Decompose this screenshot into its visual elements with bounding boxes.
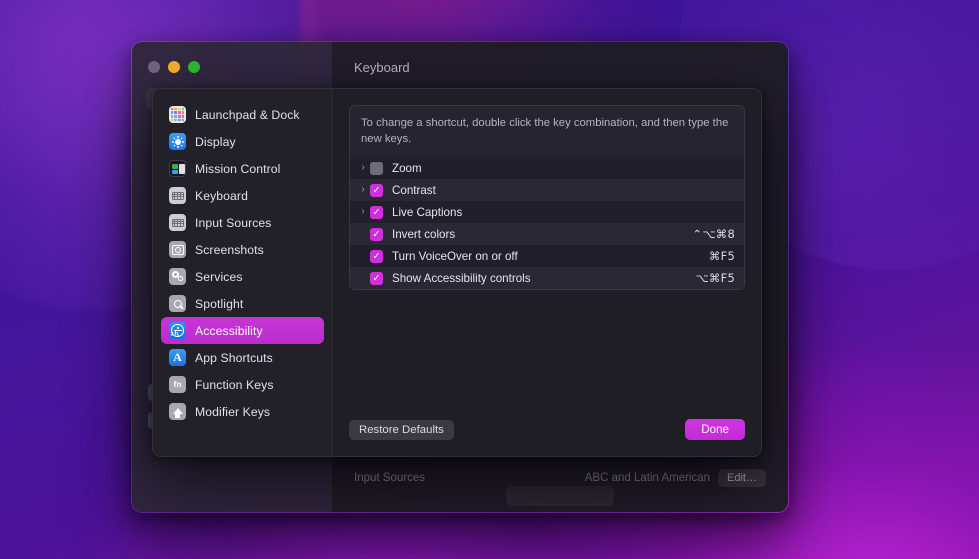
- sidebar-item-modifier-keys[interactable]: Modifier Keys: [161, 398, 324, 425]
- close-button[interactable]: [148, 61, 160, 73]
- keyboard-icon: [169, 187, 186, 204]
- page-title: Keyboard: [354, 60, 410, 75]
- shortcut-label: Live Captions: [392, 205, 463, 219]
- sheet-footer: Restore Defaults Done: [349, 419, 745, 456]
- desktop-wallpaper: Trackpad Printers & Scanners Keyboard In…: [0, 0, 979, 559]
- accessibility-icon: [169, 322, 186, 339]
- edit-button[interactable]: Edit…: [718, 469, 766, 487]
- sidebar-item-label: Input Sources: [195, 215, 272, 230]
- sidebar-item-label: Keyboard: [195, 188, 248, 203]
- table-row[interactable]: ✓ Invert colors ⌃⌥⌘8: [350, 223, 744, 246]
- shortcut-category-list[interactable]: Launchpad & Dock Display Mission Control…: [153, 89, 333, 456]
- sidebar-item-label: Display: [195, 134, 236, 149]
- input-sources-icon: [169, 214, 186, 231]
- display-icon: [169, 133, 186, 150]
- shortcut-detail-pane: To change a shortcut, double click the k…: [333, 89, 761, 456]
- table-row[interactable]: › ✓ Contrast: [350, 179, 744, 202]
- chevron-right-icon[interactable]: ›: [356, 185, 370, 195]
- shortcut-label: Invert colors: [392, 227, 456, 241]
- sidebar-item-keyboard[interactable]: Keyboard: [161, 182, 324, 209]
- app-shortcuts-icon: A: [169, 349, 186, 366]
- sidebar-item-spotlight[interactable]: Spotlight: [161, 290, 324, 317]
- shortcut-hint-text: To change a shortcut, double click the k…: [361, 117, 729, 146]
- sidebar-item-label: Modifier Keys: [195, 404, 271, 419]
- zoom-button[interactable]: [188, 61, 200, 73]
- shortcut-label: Contrast: [392, 183, 436, 197]
- shortcut-keys[interactable]: ⌃⌥⌘8: [692, 227, 735, 241]
- sidebar-item-label: Spotlight: [195, 296, 244, 311]
- shortcut-label: Zoom: [392, 161, 422, 175]
- keyboard-shortcuts-sheet[interactable]: Launchpad & Dock Display Mission Control…: [152, 88, 762, 457]
- sidebar-item-label: Launchpad & Dock: [195, 107, 300, 122]
- shortcut-label: Turn VoiceOver on or off: [392, 249, 518, 263]
- sidebar-item-mission-control[interactable]: Mission Control: [161, 155, 324, 182]
- sidebar-item-label: Screenshots: [195, 242, 264, 257]
- sidebar-item-app-shortcuts[interactable]: A App Shortcuts: [161, 344, 324, 371]
- screenshots-icon: [169, 241, 186, 258]
- sidebar-item-label: Accessibility: [195, 323, 263, 338]
- modifier-keys-icon: [169, 403, 186, 420]
- function-keys-icon: fn: [169, 376, 186, 393]
- launchpad-icon: [169, 106, 186, 123]
- sidebar-item-function-keys[interactable]: fn Function Keys: [161, 371, 324, 398]
- mission-control-icon: [169, 160, 186, 177]
- sidebar-item-screenshots[interactable]: Screenshots: [161, 236, 324, 263]
- shortcut-checkbox[interactable]: ✓: [370, 227, 383, 241]
- input-sources-row[interactable]: Input Sources ABC and Latin American Edi…: [354, 469, 766, 487]
- sidebar-item-input-sources[interactable]: Input Sources: [161, 209, 324, 236]
- shortcut-keys[interactable]: ⌘F5: [709, 249, 735, 263]
- pane-bottom-button[interactable]: [506, 486, 614, 506]
- shortcut-checkbox[interactable]: ✓: [370, 205, 383, 219]
- sidebar-item-launchpad-dock[interactable]: Launchpad & Dock: [161, 101, 324, 128]
- input-sources-value: ABC and Latin American: [584, 472, 711, 484]
- chevron-right-icon[interactable]: ›: [356, 163, 370, 173]
- shortcut-checkbox[interactable]: [370, 161, 383, 175]
- table-row[interactable]: ✓ Show Accessibility controls ⌥⌘F5: [350, 267, 744, 290]
- table-row[interactable]: › ✓ Live Captions: [350, 201, 744, 224]
- shortcut-label: Show Accessibility controls: [392, 271, 531, 285]
- sidebar-item-label: Function Keys: [195, 377, 274, 392]
- shortcut-checkbox[interactable]: ✓: [370, 183, 383, 197]
- input-sources-label: Input Sources: [354, 472, 425, 484]
- sidebar-item-services[interactable]: Services: [161, 263, 324, 290]
- shortcut-keys[interactable]: ⌥⌘F5: [695, 271, 735, 285]
- sidebar-item-display[interactable]: Display: [161, 128, 324, 155]
- sidebar-item-accessibility[interactable]: Accessibility: [161, 317, 324, 344]
- minimize-button[interactable]: [168, 61, 180, 73]
- window-traffic-lights[interactable]: [148, 61, 200, 73]
- sidebar-item-label: App Shortcuts: [195, 350, 273, 365]
- sidebar-item-label: Services: [195, 269, 243, 284]
- spotlight-icon: [169, 295, 186, 312]
- shortcut-checkbox[interactable]: ✓: [370, 271, 383, 285]
- done-button[interactable]: Done: [685, 419, 745, 440]
- services-icon: [169, 268, 186, 285]
- restore-defaults-button[interactable]: Restore Defaults: [349, 419, 454, 440]
- table-row[interactable]: › Zoom: [350, 157, 744, 180]
- sidebar-item-label: Mission Control: [195, 161, 281, 176]
- chevron-right-icon[interactable]: ›: [356, 207, 370, 217]
- shortcut-list-panel[interactable]: To change a shortcut, double click the k…: [349, 105, 745, 291]
- shortcut-checkbox[interactable]: ✓: [370, 249, 383, 263]
- table-row[interactable]: ✓ Turn VoiceOver on or off ⌘F5: [350, 245, 744, 268]
